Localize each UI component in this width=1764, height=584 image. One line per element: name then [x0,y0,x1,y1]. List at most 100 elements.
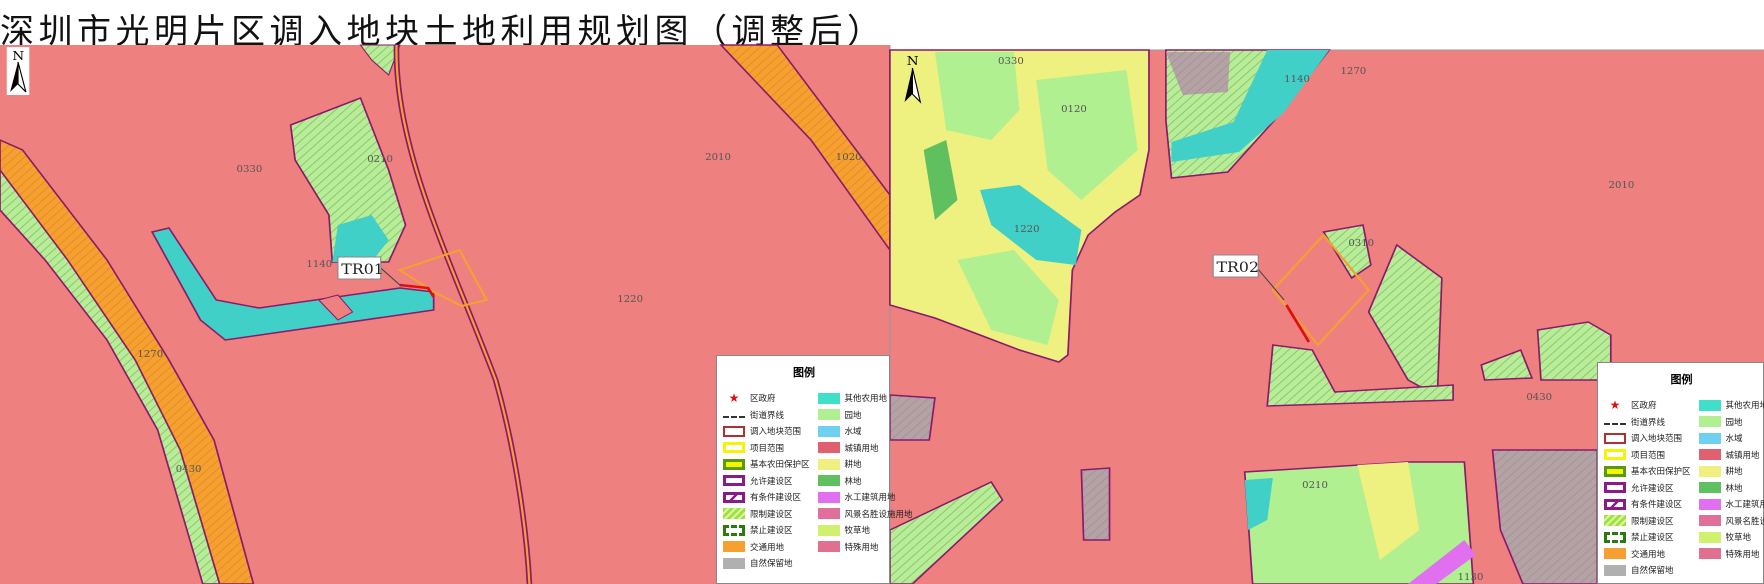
color-swatch [1698,449,1721,461]
legend-item: 水域 [817,423,913,440]
color-swatch [1698,548,1721,560]
dash-line-icon [723,411,745,419]
map-label: 0120 [1061,104,1087,114]
legend-item: 其他农用地 [817,390,913,407]
legend-item: 项目范围 [1604,447,1691,464]
dash-line-icon [1604,418,1626,426]
farmland-protection-swatch [1604,465,1626,477]
legend-item: 街道界线 [1604,414,1691,431]
legend-left-column: ★ 区政府 街道界线 调入地块范围 项目范围 基本农田保护区 允许建设区 有条件建… [1604,397,1691,579]
restricted-zone-swatch [1604,515,1626,527]
legend-item: 限制建设区 [1604,513,1691,530]
farmland-protection-swatch [723,458,745,470]
legend-item: 限制建设区 [723,506,810,523]
legend-item: 特殊用地 [817,539,913,556]
transport-swatch [723,541,745,553]
allowed-zone-swatch [723,475,745,487]
conditional-zone-swatch [1604,498,1626,510]
map-label: 1140 [306,259,332,269]
legend-item: ★ 区政府 [723,390,810,407]
color-swatch [817,458,840,470]
map-label: 1270 [1340,66,1366,76]
restricted-zone-swatch [723,508,745,520]
color-swatch [817,475,840,487]
legend-item: 项目范围 [723,440,810,457]
color-swatch [1698,531,1721,543]
legend-right-column: 其他农用地 园地 水域 城镇用地 耕地 林地 水工建筑用地 风景名胜设施用地 牧… [817,390,913,572]
map-label: 1220 [1014,224,1040,234]
plot-boundary-swatch [723,425,745,437]
color-swatch [817,425,840,437]
legend-item: 牧草地 [817,522,913,539]
legend-item: 牧草地 [1698,529,1764,546]
legend-item: 禁止建设区 [723,522,810,539]
map-label: 0310 [1348,238,1374,248]
legend-left: 图例 ★ 区政府 街道界线 调入地块范围 项目范围 基本农田保护区 允许建设区 有… [716,355,913,584]
legend-item: 园地 [1698,414,1764,431]
svg-text:TR02: TR02 [1217,259,1259,276]
color-swatch [1698,432,1721,444]
legend-item: 禁止建设区 [1604,529,1691,546]
legend-right-column: 其他农用地 园地 水域 城镇用地 耕地 林地 水工建筑用地 风景名胜设施用地 牧… [1698,397,1764,579]
map-label: 1020 [836,152,862,162]
project-boundary-swatch [723,442,745,454]
legend-item: 允许建设区 [1604,480,1691,497]
map-label: 1270 [137,349,163,359]
map-label: 0330 [998,56,1024,66]
color-swatch [817,491,840,503]
legend-item: 园地 [817,407,913,424]
nature-reserve-swatch [723,557,745,569]
legend-left-column: ★ 区政府 街道界线 调入地块范围 项目范围 基本农田保护区 允许建设区 有条件建… [723,390,810,572]
color-swatch [1698,482,1721,494]
color-swatch [817,541,840,553]
color-swatch [1698,416,1721,428]
plot-boundary-swatch [1604,432,1626,444]
legend-item: 风景名胜设施用地 [817,506,913,523]
project-boundary-swatch [1604,449,1626,461]
color-swatch [1698,399,1721,411]
legend-item: 水域 [1698,430,1764,447]
legend-title: 图例 [793,366,815,379]
north-arrow-icon: N [6,47,30,95]
legend-item: 允许建设区 [723,473,810,490]
color-swatch [817,392,840,404]
color-swatch [817,508,840,520]
map-label: 1220 [617,294,643,304]
legend-item: 基本农田保护区 [723,456,810,473]
map-label: 0330 [237,164,263,174]
prohibited-zone-swatch [723,524,745,536]
color-swatch [817,524,840,536]
star-icon: ★ [728,390,740,405]
nature-reserve-swatch [1604,564,1626,576]
legend-item: 耕地 [1698,463,1764,480]
svg-text:TR01: TR01 [341,261,383,278]
map-label: 2010 [705,152,731,162]
color-swatch [1698,515,1721,527]
legend-item: 水工建筑用地 [1698,496,1764,513]
legend-item: ★ 区政府 [1604,397,1691,414]
legend-item: 基本农田保护区 [1604,463,1691,480]
legend-item: 林地 [817,473,913,490]
legend-item: 调入地块范围 [1604,430,1691,447]
legend-item: 有条件建设区 [723,489,810,506]
map-label: 1130 [1458,572,1484,582]
legend-item: 水工建筑用地 [817,489,913,506]
legend-item: 有条件建设区 [1604,496,1691,513]
color-swatch [817,442,840,454]
legend-item: 自然保留地 [1604,562,1691,579]
legend-item: 城镇用地 [1698,447,1764,464]
svg-text:N: N [907,55,919,69]
legend-item: 街道界线 [723,407,810,424]
map-label: 1140 [1284,74,1310,84]
transport-swatch [1604,548,1626,560]
conditional-zone-swatch [723,491,745,503]
legend-item: 风景名胜设施用地 [1698,513,1764,530]
map-label: 0430 [1526,392,1552,402]
map-label: 0210 [367,154,393,164]
star-icon: ★ [1609,397,1621,412]
color-swatch [817,409,840,421]
legend-item: 城镇用地 [817,440,913,457]
color-swatch [1698,498,1721,510]
color-swatch [1698,465,1721,477]
legend-item: 交通用地 [1604,546,1691,563]
